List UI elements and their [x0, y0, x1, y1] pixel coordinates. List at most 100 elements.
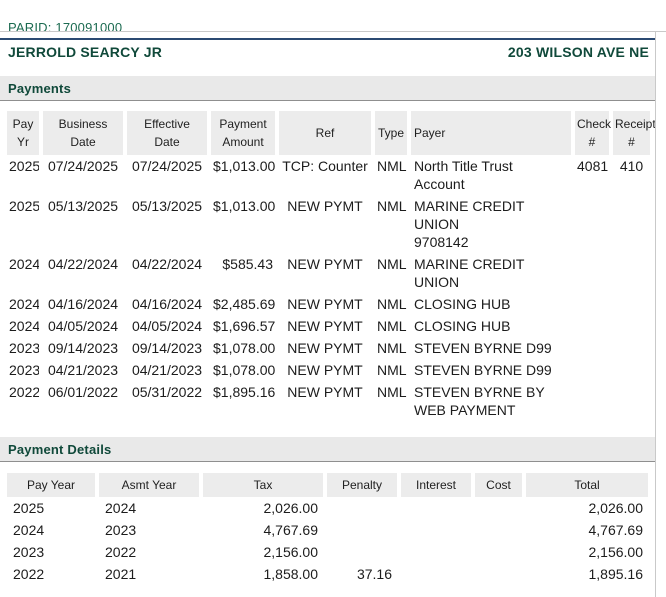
payment-detail-row-cell-cost	[475, 519, 522, 541]
payment-detail-row-col-penalty: Penalty	[327, 473, 397, 497]
top-divider-line	[0, 31, 666, 32]
payment-row-col-pay_yr: Pay Yr	[7, 111, 39, 155]
payment-detail-row-cell-total: 2,156.00	[526, 541, 648, 563]
payment-row-col-ref: Ref	[279, 111, 371, 155]
payment-row-cell-check_no: 4081	[575, 155, 609, 195]
payment-row-cell-receipt_no	[613, 337, 650, 359]
payment-row-cell-payer: North Title Trust Account	[411, 155, 571, 195]
payment-row-cell-pay_yr: 2022	[7, 381, 39, 421]
payment-detail-row-cell-penalty	[327, 541, 397, 563]
payment-row-cell-effective_date: 04/05/2024	[127, 315, 207, 337]
payment-details-header-row: Pay YearAsmt YearTaxPenaltyInterestCostT…	[7, 473, 648, 497]
payment-row-cell-check_no	[575, 337, 609, 359]
payments-header-row: Pay YrBusiness DateEffective DatePayment…	[7, 111, 650, 155]
payment-row-cell-payment_amount: $1,696.57	[211, 315, 275, 337]
payment-row-cell-business_date: 07/24/2025	[43, 155, 123, 195]
payment-details-tbody: 202520242,026.002,026.00202420234,767.69…	[7, 497, 648, 585]
payment-row: 202404/05/202404/05/2024$1,696.57NEW PYM…	[7, 315, 650, 337]
payment-row-cell-payer: STEVEN BYRNE D99	[411, 337, 571, 359]
payment-row-cell-check_no	[575, 381, 609, 421]
payment-row-cell-business_date: 04/22/2024	[43, 253, 123, 293]
payment-row-cell-receipt_no	[613, 293, 650, 315]
payment-row-cell-ref: NEW PYMT	[279, 337, 371, 359]
payment-row-cell-type: NML	[375, 293, 407, 315]
payment-row-cell-business_date: 09/14/2023	[43, 337, 123, 359]
payment-row: 202309/14/202309/14/2023$1,078.00NEW PYM…	[7, 337, 650, 359]
payment-detail-row-cell-tax: 1,858.00	[203, 563, 323, 585]
payment-row-col-effective_date: Effective Date	[127, 111, 207, 155]
payment-detail-row: 202220211,858.0037.161,895.16	[7, 563, 648, 585]
payment-row-cell-payment_amount: $1,895.16	[211, 381, 275, 421]
payment-detail-row: 202420234,767.694,767.69	[7, 519, 648, 541]
payment-row-cell-effective_date: 05/31/2022	[127, 381, 207, 421]
payments-table: Pay YrBusiness DateEffective DatePayment…	[3, 111, 654, 421]
payment-row-cell-pay_yr: 2024	[7, 253, 39, 293]
payment-detail-row-cell-interest	[401, 541, 471, 563]
payment-row-cell-check_no	[575, 253, 609, 293]
payment-row-cell-check_no	[575, 315, 609, 337]
payment-detail-row-cell-asmt_year: 2022	[99, 541, 199, 563]
payment-row-cell-payer: STEVEN BYRNE D99	[411, 359, 571, 381]
payment-detail-row-cell-interest	[401, 497, 471, 519]
payment-row-cell-receipt_no	[613, 359, 650, 381]
payment-row-cell-check_no	[575, 195, 609, 253]
payments-section-header: Payments	[0, 76, 655, 101]
payment-row-cell-type: NML	[375, 253, 407, 293]
payment-row-cell-payment_amount: $585.43	[211, 253, 275, 293]
payment-detail-row-cell-pay_year: 2024	[7, 519, 95, 541]
owner-name: JERROLD SEARCY JR	[8, 44, 162, 60]
payment-detail-row-col-pay_year: Pay Year	[7, 473, 95, 497]
payment-row-cell-pay_yr: 2023	[7, 359, 39, 381]
payment-row-cell-receipt_no	[613, 195, 650, 253]
payment-row-cell-payer: CLOSING HUB	[411, 315, 571, 337]
payment-detail-row-cell-cost	[475, 497, 522, 519]
property-address: 203 WILSON AVE NE	[508, 44, 649, 60]
payment-detail-row-cell-tax: 2,026.00	[203, 497, 323, 519]
payment-details-table: Pay YearAsmt YearTaxPenaltyInterestCostT…	[3, 473, 652, 585]
payment-detail-row: 202320222,156.002,156.00	[7, 541, 648, 563]
payment-detail-row-cell-tax: 2,156.00	[203, 541, 323, 563]
payment-detail-row-cell-total: 1,895.16	[526, 563, 648, 585]
payment-row: 202304/21/202304/21/2023$1,078.00NEW PYM…	[7, 359, 650, 381]
payment-row-col-check_no: Check #	[575, 111, 609, 155]
payment-row-cell-ref: NEW PYMT	[279, 315, 371, 337]
payment-row-cell-ref: NEW PYMT	[279, 253, 371, 293]
payment-row-cell-type: NML	[375, 381, 407, 421]
payment-detail-row-cell-cost	[475, 563, 522, 585]
payment-row-cell-payer: STEVEN BYRNE BY WEB PAYMENT	[411, 381, 571, 421]
payment-detail-row-cell-interest	[401, 519, 471, 541]
payment-detail-row-cell-total: 2,026.00	[526, 497, 648, 519]
payment-row-cell-type: NML	[375, 359, 407, 381]
payment-row-cell-pay_yr: 2023	[7, 337, 39, 359]
payment-row-cell-business_date: 04/05/2024	[43, 315, 123, 337]
payment-detail-row-cell-total: 4,767.69	[526, 519, 648, 541]
payment-detail-row-cell-tax: 4,767.69	[203, 519, 323, 541]
payment-detail-row-col-interest: Interest	[401, 473, 471, 497]
payment-row-cell-pay_yr: 2024	[7, 315, 39, 337]
payment-row-cell-effective_date: 09/14/2023	[127, 337, 207, 359]
payment-row-cell-receipt_no: 410	[613, 155, 650, 195]
payment-row-cell-receipt_no	[613, 381, 650, 421]
frame-right-border	[655, 31, 656, 597]
payment-row-cell-payment_amount: $1,078.00	[211, 337, 275, 359]
payment-row-cell-pay_yr: 2025	[7, 155, 39, 195]
parid: PARID: 170091000	[0, 20, 655, 40]
payment-detail-row-col-asmt_year: Asmt Year	[99, 473, 199, 497]
payment-row-cell-check_no	[575, 359, 609, 381]
payment-row-cell-check_no	[575, 293, 609, 315]
payment-row-cell-type: NML	[375, 337, 407, 359]
payment-detail-row-cell-pay_year: 2025	[7, 497, 95, 519]
payment-row-cell-payment_amount: $1,013.00	[211, 155, 275, 195]
payment-detail-row-cell-asmt_year: 2024	[99, 497, 199, 519]
payment-row: 202404/22/202404/22/2024$585.43NEW PYMTN…	[7, 253, 650, 293]
payment-detail-row-cell-interest	[401, 563, 471, 585]
payment-row: 202206/01/202205/31/2022$1,895.16NEW PYM…	[7, 381, 650, 421]
payment-detail-row-cell-asmt_year: 2021	[99, 563, 199, 585]
payment-row-cell-business_date: 04/16/2024	[43, 293, 123, 315]
payment-row-cell-payer: CLOSING HUB	[411, 293, 571, 315]
payment-row-cell-business_date: 04/21/2023	[43, 359, 123, 381]
payment-row-cell-effective_date: 04/16/2024	[127, 293, 207, 315]
payment-row-cell-ref: NEW PYMT	[279, 381, 371, 421]
payment-details-section-header: Payment Details	[0, 437, 655, 462]
payment-row-cell-type: NML	[375, 315, 407, 337]
